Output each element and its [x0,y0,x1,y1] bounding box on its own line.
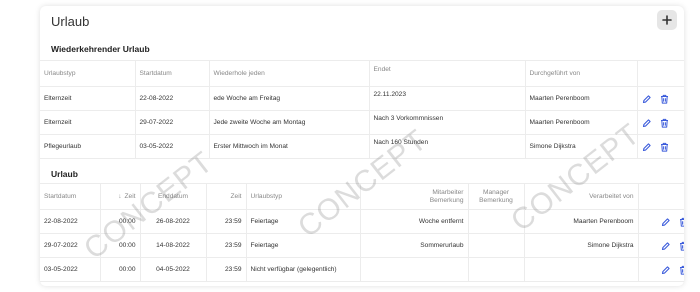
cell-manager-note [467,257,524,282]
card-header: Urlaub [40,6,684,36]
cell-actions [637,209,684,234]
card-title: Urlaub [51,14,90,29]
cell-time-start: 00:00 [99,233,140,258]
cell-start-date: 03-05-2022 [134,134,209,159]
cell-processed-by: Simone Dijkstra [523,233,638,258]
table-header-row: Urlaubstyp Startdatum Wiederhole jeden E… [40,60,684,87]
cell-manager-note [467,209,524,234]
cell-start-date: 29-07-2022 [40,233,100,258]
cell-time-end: 23:59 [205,257,246,282]
cell-processed-by [523,257,638,282]
cell-employee-note: Woche entfernt [359,209,468,234]
cell-ends: 22.11.2023 [368,86,525,111]
manager-note-line2: Bemerkung [479,196,513,204]
sort-down-icon: ↓ [118,193,122,200]
cell-start-date: 22-08-2022 [134,86,209,111]
pencil-icon[interactable] [661,265,670,275]
cell-end-date: 26-08-2022 [139,209,206,234]
column-header-time-start[interactable]: ↓ Zeit [99,183,140,210]
cell-end-date: 04-05-2022 [139,257,206,282]
pencil-icon[interactable] [661,241,670,251]
pencil-icon[interactable] [642,94,651,104]
trash-icon[interactable] [679,265,684,275]
recurring-leave-table: Urlaubstyp Startdatum Wiederhole jeden E… [40,60,684,159]
cell-start-date: 22-08-2022 [40,209,100,234]
table-row: 03-05-2022 00:00 04-05-2022 23:59 Nicht … [40,257,684,282]
cell-performed-by: Maarten Perenboom [524,110,637,135]
cell-leave-type: Feiertage [245,233,360,258]
cell-employee-note: Sommerurlaub [359,233,468,258]
column-header-actions [636,60,684,87]
cell-manager-note [467,233,524,258]
leave-table: Startdatum ↓ Zeit Enddatum Zeit Urlaubsty… [40,183,684,282]
employee-note-line1: Mitarbeiter [432,188,464,196]
manager-note-line1: Manager [482,188,510,196]
cell-employee-note [359,257,468,282]
employee-note-line2: Bemerkung [429,196,464,204]
column-header-ends: Endet [368,60,525,87]
cell-repeat: Erster Mittwoch im Monat [208,134,369,159]
cell-actions [636,110,684,135]
cell-time-start: 00:00 [99,209,140,234]
cell-ends: Nach 3 Vorkommnissen [368,110,525,135]
leave-section-title: Urlaub [51,169,78,179]
table-row: 29-07-2022 00:00 14-08-2022 23:59 Feiert… [40,233,684,258]
column-header-employee-note[interactable]: Mitarbeiter Bemerkung [359,183,468,210]
table-row: Pflegeurlaub 03-05-2022 Erster Mittwoch … [40,134,684,159]
cell-start-date: 29-07-2022 [134,110,209,135]
cell-actions [636,134,684,159]
cell-leave-type: Nicht verfügbar (gelegentlich) [245,257,360,282]
cell-leave-type: Pflegeurlaub [40,134,135,159]
table-row: Elternzeit 29-07-2022 Jede zweite Woche … [40,110,684,135]
table-row: Elternzeit 22-08-2022 ede Woche am Freit… [40,86,684,111]
column-header-start-date[interactable]: Startdatum [40,184,100,210]
cell-actions [636,86,684,111]
trash-icon[interactable] [660,142,669,152]
column-header-actions [637,183,684,210]
add-leave-button[interactable] [657,10,677,30]
table-header-row: Startdatum ↓ Zeit Enddatum Zeit Urlaubsty… [40,183,684,210]
column-header-leave-type: Urlaubstyp [44,70,76,77]
cell-processed-by: Maarten Perenboom [523,209,638,234]
trash-icon[interactable] [660,94,669,104]
pencil-icon[interactable] [661,217,670,227]
pencil-icon[interactable] [642,142,651,152]
cell-time-start: 00:00 [99,257,140,282]
cell-end-date: 14-08-2022 [139,233,206,258]
cell-repeat: Jede zweite Woche am Montag [208,110,369,135]
cell-leave-type: Elternzeit [40,110,135,135]
cell-start-date: 03-05-2022 [40,257,100,282]
column-header-time-start-label: Zeit [124,193,136,200]
column-header-repeat: Wiederhole jeden [208,60,369,87]
plus-icon [662,15,672,25]
column-header-manager-note[interactable]: Manager Bemerkung [467,183,524,210]
cell-time-end: 23:59 [205,209,246,234]
column-header-performed-by: Durchgeführt von [524,60,637,87]
cell-time-end: 23:59 [205,233,246,258]
recurring-section-title: Wiederkehrender Urlaub [51,44,150,54]
cell-ends: Nach 160 Stunden [368,134,525,159]
cell-actions [637,233,684,258]
leave-card: Urlaub Wiederkehrender Urlaub Urlaubstyp… [40,6,684,286]
column-header-time-end[interactable]: Zeit [205,183,246,210]
cell-leave-type: Elternzeit [40,86,135,111]
column-header-end-date[interactable]: Enddatum [139,183,206,210]
column-header-leave-type[interactable]: Urlaubstyp [245,183,360,210]
trash-icon[interactable] [660,118,669,128]
pencil-icon[interactable] [642,118,651,128]
cell-actions [637,257,684,282]
table-row: 22-08-2022 00:00 26-08-2022 23:59 Feiert… [40,209,684,234]
trash-icon[interactable] [679,217,684,227]
cell-repeat: ede Woche am Freitag [208,86,369,111]
column-header-processed-by[interactable]: Verarbeitet von [523,183,638,210]
cell-performed-by: Maarten Perenboom [524,86,637,111]
cell-performed-by: Simone Dijkstra [524,134,637,159]
cell-leave-type: Feiertage [245,209,360,234]
trash-icon[interactable] [679,241,684,251]
column-header-start-date: Startdatum [134,60,209,87]
